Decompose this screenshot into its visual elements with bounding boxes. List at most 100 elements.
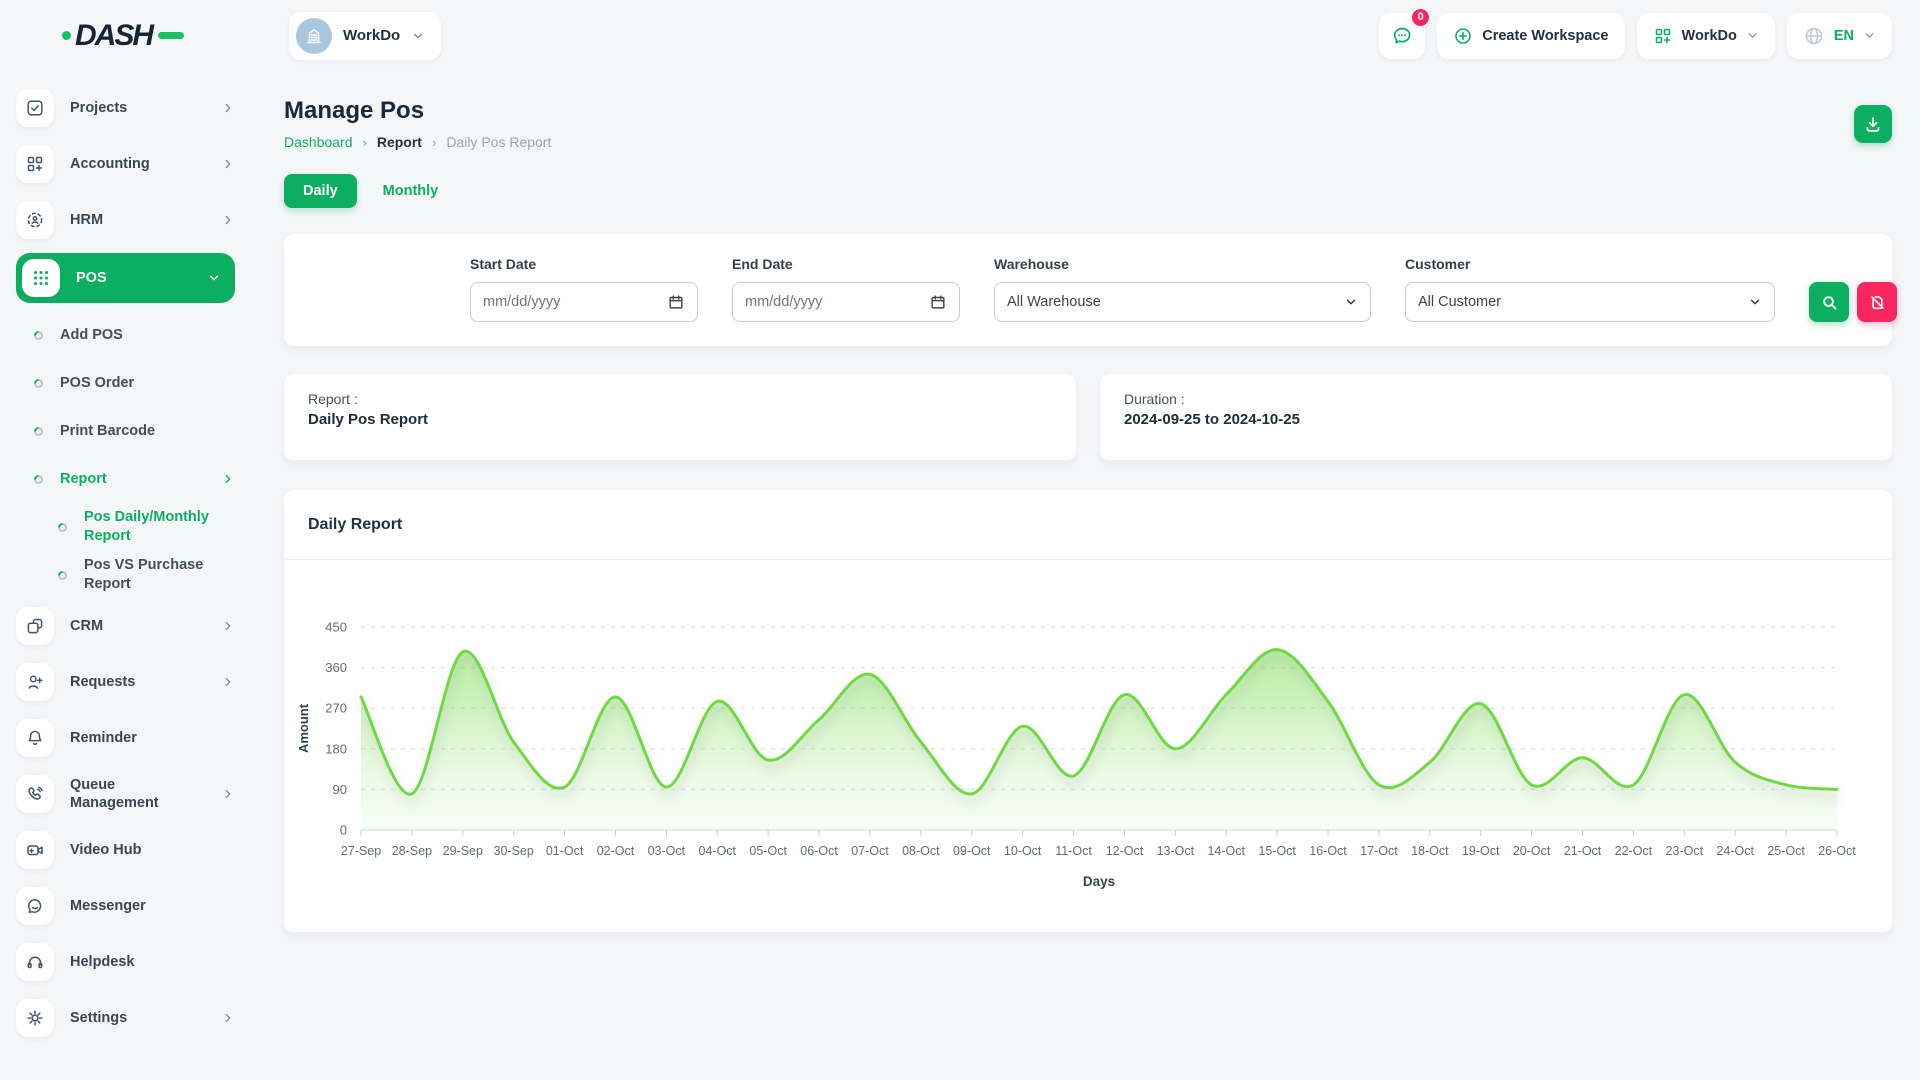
bullet-icon — [56, 569, 69, 582]
start-date-input[interactable]: mm/dd/yyyy — [470, 282, 698, 322]
workspace-avatar — [296, 18, 332, 54]
x-axis-label: 15-Oct — [1258, 844, 1296, 858]
x-axis-label: 27-Sep — [341, 844, 381, 858]
y-axis-label: 0 — [340, 823, 347, 838]
main-content: Manage Pos Dashboard›Report›Daily Pos Re… — [284, 71, 1892, 932]
sidebar-item-label: Add POS — [60, 326, 235, 345]
sidebar-item-requests[interactable]: Requests — [16, 659, 235, 705]
notification-badge: 0 — [1410, 7, 1431, 28]
sidebar-item-hrm[interactable]: HRM — [16, 197, 235, 243]
calendar-icon — [667, 293, 685, 311]
create-workspace-button[interactable]: Create Workspace — [1437, 13, 1624, 59]
helpdesk-icon — [16, 943, 54, 981]
sidebar-item-reminder[interactable]: Reminder — [16, 715, 235, 761]
sidebar-item-pos-daily-monthly-report[interactable]: Pos Daily/Monthly Report — [58, 507, 235, 547]
workspace-selector[interactable]: WorkDo — [289, 12, 441, 60]
duration-label: Duration : — [1124, 391, 1868, 407]
sidebar-item-queue-management[interactable]: Queue Management — [16, 771, 235, 817]
download-report-button[interactable] — [1854, 105, 1892, 143]
tab-daily[interactable]: Daily — [284, 174, 357, 208]
workspace-menu-button[interactable]: WorkDo — [1637, 13, 1775, 59]
y-axis-title: Amount — [296, 703, 311, 753]
y-axis-label: 90 — [333, 782, 347, 797]
customer-select[interactable]: All Customer — [1405, 282, 1775, 322]
chevron-right-icon — [221, 472, 235, 486]
sidebar-item-print-barcode[interactable]: Print Barcode — [34, 411, 235, 451]
end-date-label: End Date — [732, 256, 960, 272]
x-axis-label: 13-Oct — [1157, 844, 1195, 858]
dash-logo: DASH — [0, 19, 255, 53]
breadcrumb-item: Daily Pos Report — [446, 134, 551, 150]
workspace-menu-label: WorkDo — [1682, 28, 1737, 44]
reset-filter-button[interactable] — [1857, 282, 1897, 322]
x-axis-label: 16-Oct — [1309, 844, 1347, 858]
sidebar-item-report[interactable]: Report — [34, 459, 235, 499]
sidebar-item-label: Helpdesk — [70, 953, 235, 971]
x-axis-label: 07-Oct — [851, 844, 889, 858]
chevron-down-icon — [1863, 29, 1876, 42]
sidebar-nav: Projects Accounting HRM POS Add POS POS Order… — [0, 71, 255, 1051]
duration-value: 2024-09-25 to 2024-10-25 — [1124, 411, 1868, 428]
x-axis-label: 28-Sep — [392, 844, 432, 858]
y-axis-label: 180 — [325, 741, 347, 756]
sidebar-item-label: Settings — [70, 1009, 205, 1027]
x-axis-label: 30-Sep — [494, 844, 534, 858]
create-workspace-label: Create Workspace — [1482, 28, 1608, 44]
x-axis-label: 04-Oct — [699, 844, 737, 858]
sidebar-item-pos[interactable]: POS — [16, 253, 235, 303]
projects-icon — [16, 89, 54, 127]
sidebar-item-label: Reminder — [70, 729, 235, 747]
sidebar-item-pos-order[interactable]: POS Order — [34, 363, 235, 403]
warehouse-label: Warehouse — [994, 256, 1371, 272]
hrm-icon — [16, 201, 54, 239]
tab-monthly[interactable]: Monthly — [375, 174, 447, 208]
bullet-icon — [32, 329, 45, 342]
sidebar-item-pos-vs-purchase-report[interactable]: Pos VS Purchase Report — [58, 555, 235, 595]
breadcrumb-separator: › — [432, 135, 436, 150]
y-axis-label: 450 — [325, 620, 347, 635]
search-button[interactable] — [1809, 282, 1849, 322]
sidebar-item-label: HRM — [70, 211, 205, 229]
bullet-icon — [32, 473, 45, 486]
chevron-down-icon — [1344, 295, 1358, 309]
x-axis-label: 24-Oct — [1716, 844, 1754, 858]
grid-plus-icon — [1653, 26, 1673, 46]
sidebar-item-messenger[interactable]: Messenger — [16, 883, 235, 929]
sidebar-item-video-hub[interactable]: Video Hub — [16, 827, 235, 873]
sidebar-item-label: Queue Management — [70, 776, 205, 812]
breadcrumb-item[interactable]: Report — [377, 134, 422, 150]
sidebar-item-helpdesk[interactable]: Helpdesk — [16, 939, 235, 985]
sidebar-item-label: Report — [60, 470, 204, 489]
x-axis-title: Days — [1083, 874, 1115, 889]
chevron-right-icon — [221, 157, 235, 171]
end-date-input[interactable]: mm/dd/yyyy — [732, 282, 960, 322]
x-axis-label: 01-Oct — [546, 844, 584, 858]
sidebar-item-label: Video Hub — [70, 841, 235, 859]
sidebar-item-projects[interactable]: Projects — [16, 85, 235, 131]
x-axis-label: 14-Oct — [1207, 844, 1245, 858]
calendar-icon — [929, 293, 947, 311]
x-axis-label: 25-Oct — [1767, 844, 1805, 858]
chat-icon — [1390, 24, 1414, 48]
sidebar-item-add-pos[interactable]: Add POS — [34, 315, 235, 355]
breadcrumb-item[interactable]: Dashboard — [284, 134, 353, 150]
download-icon — [1863, 114, 1883, 134]
chevron-right-icon — [221, 1011, 235, 1025]
warehouse-select[interactable]: All Warehouse — [994, 282, 1371, 322]
messenger-icon — [16, 887, 54, 925]
breadcrumb-separator: › — [363, 135, 367, 150]
building-icon — [304, 26, 324, 46]
search-icon — [1820, 293, 1839, 312]
logo-dash-icon — [158, 32, 184, 39]
notifications-button[interactable]: 0 — [1379, 13, 1425, 59]
sidebar-item-accounting[interactable]: Accounting — [16, 141, 235, 187]
sidebar-item-settings[interactable]: Settings — [16, 995, 235, 1041]
x-axis-label: 11-Oct — [1055, 844, 1092, 858]
globe-icon — [1803, 25, 1825, 47]
language-label: EN — [1834, 28, 1854, 44]
sidebar-item-crm[interactable]: CRM — [16, 603, 235, 649]
x-axis-label: 19-Oct — [1462, 844, 1500, 858]
language-selector[interactable]: EN — [1787, 13, 1892, 59]
chevron-right-icon — [221, 213, 235, 227]
sidebar-item-label: POS — [76, 269, 191, 287]
